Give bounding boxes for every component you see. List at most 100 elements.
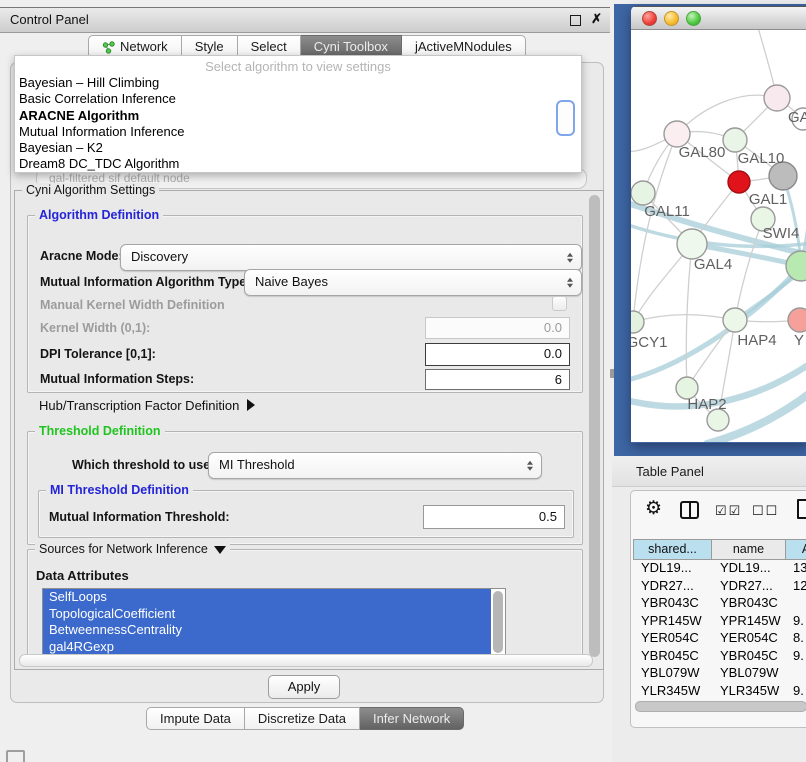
table-cell: YPR145W [712, 613, 787, 631]
network-icon [102, 41, 115, 54]
which-threshold-select[interactable]: MI Threshold [208, 452, 542, 479]
mi-threshold-label: Mutual Information Threshold: [49, 510, 230, 524]
settings-scrollbar[interactable] [589, 195, 600, 657]
table-panel-dock: Table Panel ⚙ ☑☑ ☐☐ shared...nameA YDL19… [612, 456, 806, 762]
manual-kernel-checkbox[interactable] [552, 296, 567, 311]
table-row[interactable]: YBR043CYBR043C [633, 595, 806, 613]
network-node-HAP4[interactable] [723, 308, 747, 332]
sources-legend-text: Sources for Network Inference [39, 542, 208, 556]
cyni-mode-tabs: Impute DataDiscretize Data Infer Network [146, 707, 464, 730]
tab-infer-network[interactable]: Infer Network [360, 707, 464, 730]
mi-steps-input[interactable]: 6 [425, 369, 570, 390]
zoom-traffic-light-icon[interactable] [686, 11, 701, 26]
kernel-width-label: Kernel Width (0,1): [40, 321, 150, 335]
tab-discretize-data[interactable]: Discretize Data [245, 707, 360, 730]
unchecked-columns-icon[interactable]: ☐☐ [752, 503, 779, 519]
table-cell: YBL079W [633, 665, 712, 683]
network-node-GCY1[interactable] [631, 311, 644, 333]
tab-impute-data[interactable]: Impute Data [146, 707, 245, 730]
table-cell: YBR043C [633, 595, 712, 613]
table-cell: 9. [787, 683, 806, 701]
table-cell: 8. [787, 630, 806, 648]
settings-legend: Cyni Algorithm Settings [22, 183, 159, 197]
algorithm-option-bayesian-k2[interactable]: Bayesian – K2 [15, 140, 581, 156]
control-panel-title: Control Panel [10, 12, 89, 27]
column-header-name[interactable]: name [711, 539, 786, 560]
table-cell: YER054C [712, 630, 787, 648]
dpi-tolerance-input[interactable]: 0.0 [425, 343, 570, 366]
focused-combo-fragment [556, 100, 575, 136]
network-node-label-hap2: HAP2 [687, 396, 726, 413]
table-panel-title: Table Panel [636, 464, 704, 479]
network-node-label-y: Y [794, 332, 804, 349]
mi-algorithm-type-value: Naive Bayes [255, 274, 328, 289]
network-node-GAL10[interactable] [723, 128, 747, 152]
attribute-item-gal4rgexp[interactable]: gal4RGexp [43, 639, 491, 656]
network-node-GAL4[interactable] [677, 229, 707, 259]
table-cell: 9. [787, 648, 806, 666]
table-cell: YLR345W [633, 683, 712, 701]
sources-legend[interactable]: Sources for Network Inference [35, 542, 230, 556]
aracne-mode-select[interactable]: Discovery [120, 244, 582, 271]
table-horizontal-scrollbar[interactable] [635, 701, 806, 712]
table-row[interactable]: YDL19...YDL19...13 [633, 560, 806, 578]
table-cell [787, 595, 806, 613]
algorithm-definition-legend: Algorithm Definition [35, 208, 163, 222]
table-row[interactable]: YBR045CYBR045C9. [633, 648, 806, 666]
column-header-shared...[interactable]: shared... [633, 539, 712, 560]
table-panel: ⚙ ☑☑ ☐☐ shared...nameA YDL19...YDL19...1… [630, 490, 806, 728]
network-window-titlebar[interactable] [631, 6, 806, 30]
table-row[interactable]: YLR345WYLR345W9. [633, 683, 806, 701]
close-panel-icon[interactable]: ✗ [591, 11, 602, 27]
gear-icon[interactable]: ⚙ [645, 497, 662, 520]
algorithm-option-mutual-information-inference[interactable]: Mutual Information Inference [15, 124, 581, 140]
page-icon[interactable] [797, 499, 806, 519]
algorithm-option-bayesian-hill-climbing[interactable]: Bayesian – Hill Climbing [15, 75, 581, 91]
mi-threshold-input[interactable]: 0.5 [423, 505, 565, 529]
hub-section-toggle[interactable]: Hub/Transcription Factor Definition [39, 397, 255, 415]
network-canvas[interactable]: GALGAL80GAL10GAL1GAL11SWI4GAL4GCY1HAP4YH… [631, 30, 806, 442]
column-header-A[interactable]: A [785, 539, 806, 560]
data-attributes-list[interactable]: SelfLoopsTopologicalCoefficientBetweenne… [42, 588, 506, 660]
table-cell: 13 [787, 560, 806, 578]
float-panel-icon[interactable] [570, 15, 581, 26]
algorithm-option-aracne-algorithm[interactable]: ARACNE Algorithm [15, 108, 581, 124]
network-node-label-gal80: GAL80 [679, 144, 726, 161]
minimize-traffic-light-icon[interactable] [664, 11, 679, 26]
horizontal-scrollbar[interactable] [19, 654, 593, 667]
attribute-item-topologicalcoefficient[interactable]: TopologicalCoefficient [43, 606, 491, 623]
mi-algorithm-type-label: Mutual Information Algorithm Type: [40, 275, 250, 289]
table-row[interactable]: YER054CYER054C8. [633, 630, 806, 648]
attribute-item-betweennesscentrality[interactable]: BetweennessCentrality [43, 622, 491, 639]
table-cell [787, 665, 806, 683]
close-traffic-light-icon[interactable] [642, 11, 657, 26]
cyni-settings-panel: Cyni Algorithm Settings Algorithm Defini… [14, 190, 604, 670]
which-threshold-value: MI Threshold [219, 457, 295, 472]
minimized-panel-icon[interactable] [6, 750, 25, 762]
table-cell: YBR045C [712, 648, 787, 666]
table-row[interactable]: YDR27...YDR27...12 [633, 578, 806, 596]
split-columns-icon[interactable] [680, 501, 699, 519]
stepper-arrows-icon [567, 252, 573, 263]
mi-algorithm-type-select[interactable]: Naive Bayes [244, 269, 582, 296]
list-scrollbar[interactable] [493, 591, 503, 653]
network-node-GAL1[interactable] [728, 171, 750, 193]
kernel-width-input[interactable]: 0.0 [425, 317, 570, 339]
apply-button[interactable]: Apply [268, 675, 340, 699]
attribute-item-selfloops[interactable]: SelfLoops [43, 589, 491, 606]
table-cell: YBR045C [633, 648, 712, 666]
table-row[interactable]: YPR145WYPR145W9. [633, 613, 806, 631]
network-node-salmon-right[interactable] [788, 308, 806, 332]
checked-columns-icon[interactable]: ☑☑ [715, 503, 742, 519]
hub-section-label: Hub/Transcription Factor Definition [39, 398, 239, 413]
aracne-mode-label: Aracne Mode: [40, 249, 123, 263]
network-node-GAL11[interactable] [631, 181, 655, 205]
table-rows: YDL19...YDL19...13YDR27...YDR27...12YBR0… [633, 560, 806, 706]
algorithm-option-basic-correlation-inference[interactable]: Basic Correlation Inference [15, 91, 581, 107]
algorithm-option-dream8-dc-tdc-algorithm[interactable]: Dream8 DC_TDC Algorithm [15, 156, 581, 172]
network-edge-strong [631, 266, 801, 382]
table-row[interactable]: YBL079WYBL079W [633, 665, 806, 683]
mi-steps-label: Mutual Information Steps: [40, 372, 194, 386]
tab-label: Infer Network [373, 708, 450, 730]
network-node-pink-top[interactable] [764, 85, 790, 111]
